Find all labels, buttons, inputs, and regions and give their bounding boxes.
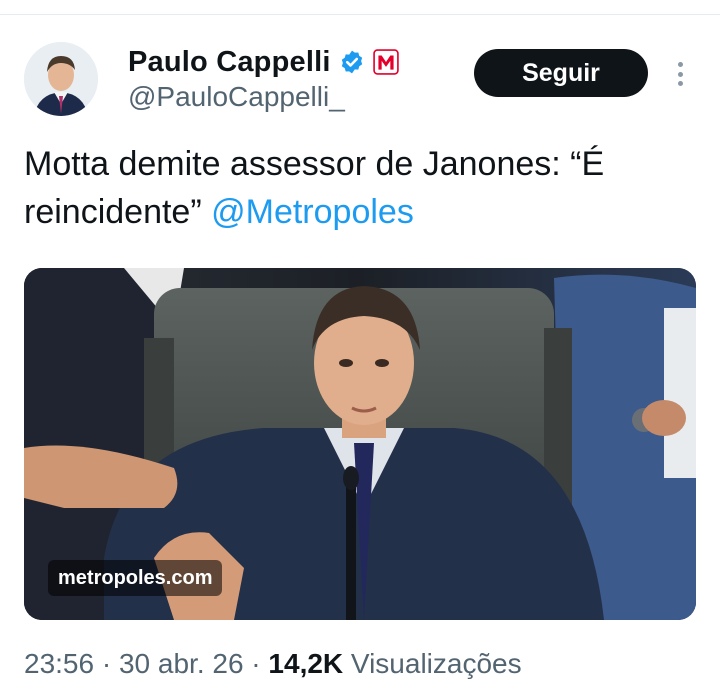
avatar[interactable] (24, 42, 98, 116)
tweet-text: Motta demite assessor de Janones: “É rei… (24, 140, 684, 236)
dot-icon (677, 81, 683, 86)
follow-button[interactable]: Seguir (474, 49, 648, 97)
author-name-row: Paulo Cappelli (128, 44, 399, 80)
meta-separator: · (94, 648, 119, 679)
meta-separator: · (243, 648, 269, 679)
verified-badge-icon[interactable] (339, 49, 365, 75)
tweet-date[interactable]: 30 abr. 26 (119, 648, 244, 679)
views-label: Visualizações (343, 648, 522, 679)
dot-icon (677, 71, 683, 77)
views-count[interactable]: 14,2K (268, 648, 343, 679)
vertical-ellipsis-icon[interactable] (668, 58, 692, 90)
author-display-name[interactable]: Paulo Cappelli (128, 46, 331, 79)
media-source-badge: metropoles.com (48, 560, 223, 596)
author-handle[interactable]: @PauloCappelli_ (128, 81, 345, 113)
mention-link[interactable]: @Metropoles (211, 193, 414, 231)
avatar-photo (24, 42, 98, 116)
tweet-meta: 23:56 · 30 abr. 26 · 14,2K Visualizações (24, 648, 522, 680)
metropoles-m-icon[interactable] (372, 49, 399, 75)
dot-icon (677, 62, 683, 67)
top-divider (0, 14, 720, 15)
tweet-time[interactable]: 23:56 (24, 648, 94, 679)
